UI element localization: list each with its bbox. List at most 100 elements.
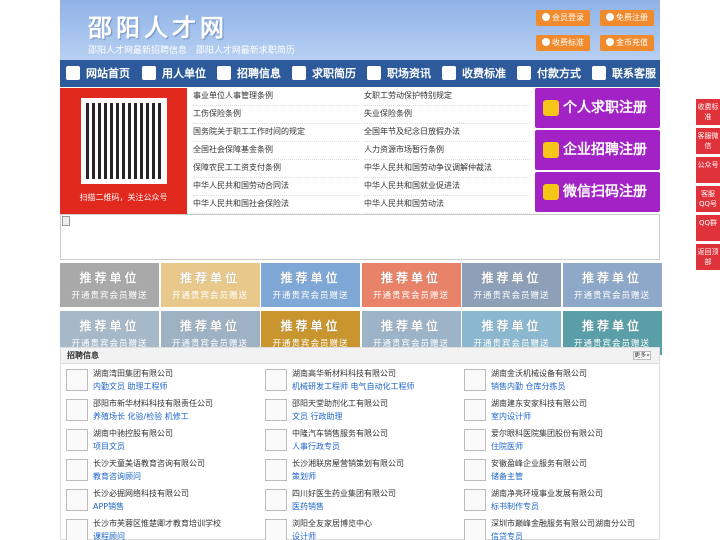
company-name[interactable]: 邵阳市新华材料科技有限责任公司 — [93, 398, 213, 409]
job-listing-item[interactable]: 湖南高华新材料科技有限公司机械研发工程师 电气自动化工程师 — [260, 367, 455, 396]
policy-link[interactable]: 失业保险条例 — [364, 106, 530, 124]
job-listing-item[interactable]: 中隆汽车销售服务有限公司 人事行政专员 — [260, 427, 455, 456]
policy-link[interactable]: 女职工劳动保护特别规定 — [364, 88, 530, 106]
policy-link[interactable]: 工伤保险条例 — [193, 106, 359, 124]
job-listing-item[interactable]: 湖南建东安家科技有限公司 室内设计师 — [459, 397, 654, 426]
job-listing-item[interactable]: 长沙市芙蓉区惟楚卿才教育培训学校 课程顾问 — [61, 517, 256, 540]
job-positions[interactable]: 住院医师 — [491, 441, 523, 452]
nav-payment[interactable]: 付款方式 — [517, 60, 581, 87]
back-to-top-button[interactable]: 返回顶部 — [696, 244, 720, 270]
nav-news[interactable]: 职场资讯 — [367, 60, 431, 87]
policy-link[interactable]: 全国社会保障基金条例 — [193, 142, 359, 160]
job-positions[interactable]: 项目文员 — [93, 441, 125, 452]
company-name[interactable]: 湖南中驰控股有限公司 — [93, 428, 173, 439]
side-official-account-button[interactable]: 公众号 — [696, 157, 720, 183]
company-name[interactable]: 湖南湾田集团有限公司 — [93, 368, 173, 379]
job-positions[interactable]: 医药销售 — [292, 501, 324, 512]
policy-link[interactable]: 中华人民共和国劳动争议调解仲裁法 — [364, 160, 530, 178]
side-wechat-button[interactable]: 客服微信 — [696, 128, 720, 154]
company-name[interactable]: 爱尔眼科医院集团股份有限公司 — [491, 428, 603, 439]
policy-link[interactable]: 全国年节及纪念日放假办法 — [364, 124, 530, 142]
jobseeker-register-button[interactable]: 个人求职注册 — [535, 88, 660, 128]
job-positions[interactable]: 储备主管 — [491, 471, 523, 482]
job-positions[interactable]: 标书制作专员 — [491, 501, 539, 512]
job-positions[interactable]: 机械研发工程师 电气自动化工程师 — [292, 381, 415, 392]
job-listing-item[interactable]: 邵阳天堂助剂化工有限公司 文员 行政助理 — [260, 397, 455, 426]
side-qq-group-button[interactable]: QQ群 — [696, 215, 720, 241]
tile-subtitle: 开通贵宾会员赠送 — [171, 291, 248, 301]
company-name[interactable]: 邵阳天堂助剂化工有限公司 — [292, 398, 388, 409]
job-positions[interactable]: 养殖场长 化验/检验 机修工 — [93, 411, 189, 422]
job-listing-item[interactable]: 长沙天童美语教育咨询有限公司 教育咨询顾问 — [61, 457, 256, 486]
nav-employers[interactable]: 用人单位 — [142, 60, 206, 87]
ad-banner[interactable] — [60, 214, 660, 260]
job-listing-item[interactable]: 深圳市巅峰金融服务有限公司湖南分公司 信贷专员 — [459, 517, 654, 540]
company-name[interactable]: 长沙天童美语教育咨询有限公司 — [93, 458, 205, 469]
site-title[interactable]: 邵阳人才网 — [88, 8, 228, 43]
recharge-button[interactable]: 金币充值 — [600, 35, 654, 51]
company-name[interactable]: 湖南建东安家科技有限公司 — [491, 398, 587, 409]
job-listing-item[interactable]: 湖南净亮环境事业发展有限公司 标书制作专员 — [459, 487, 654, 516]
company-name[interactable]: 深圳市巅峰金融服务有限公司湖南分公司 — [491, 518, 635, 529]
company-name[interactable]: 浏阳全友家居博览中心 — [292, 518, 372, 529]
more-link[interactable]: 更多» — [633, 351, 651, 360]
recommended-employer-tile[interactable]: 推荐单位 开通贵宾会员赠送 — [462, 263, 561, 307]
policy-link[interactable]: 中华人民共和国劳动法 — [364, 196, 530, 214]
policy-link[interactable]: 中华人民共和国就业促进法 — [364, 178, 530, 196]
job-positions[interactable]: 文员 行政助理 — [292, 411, 343, 422]
job-positions[interactable]: 室内设计师 — [491, 411, 531, 422]
job-listing-item[interactable]: 长沙必掘网络科技有限公司 APP销售 — [61, 487, 256, 516]
job-listing-item[interactable]: 长沙湘联房屋营销策划有限公司 策划师 — [260, 457, 455, 486]
job-listing-item[interactable]: 湖南中驰控股有限公司 项目文员 — [61, 427, 256, 456]
company-name[interactable]: 中隆汽车销售服务有限公司 — [292, 428, 388, 439]
job-positions[interactable]: APP销售 — [93, 501, 124, 512]
job-listing-item[interactable]: 邵阳市新华材料科技有限责任公司 养殖场长 化验/检验 机修工 — [61, 397, 256, 426]
nav-resumes[interactable]: 求职简历 — [292, 60, 356, 87]
nav-home[interactable]: 网站首页 — [66, 60, 130, 87]
recommended-employer-tile[interactable]: 推荐单位 开通贵宾会员赠送 — [361, 263, 461, 307]
policy-link[interactable]: 国务院关于职工工作时间的规定 — [193, 124, 359, 142]
job-positions[interactable]: 课程顾问 — [93, 531, 125, 540]
pricing-button[interactable]: 收费标准 — [536, 35, 590, 51]
wechat-register-button[interactable]: 微信扫码注册 — [535, 172, 660, 212]
job-positions[interactable]: 教育咨询顾问 — [93, 471, 141, 482]
job-listing-item[interactable]: 浏阳全友家居博览中心 设计师 — [260, 517, 455, 540]
job-listing-item[interactable]: 爱尔眼科医院集团股份有限公司 住院医师 — [459, 427, 654, 456]
recommended-employer-tile[interactable]: 推荐单位 开通贵宾会员赠送 — [160, 263, 260, 307]
job-listing-item[interactable]: 湖南湾田集团有限公司 内勤文员 助理工程师 — [61, 367, 256, 396]
job-listing-item[interactable]: 湖南金沃机械设备有限公司 销售内勤 仓库分拣员 — [459, 367, 654, 396]
policy-link[interactable]: 中华人民共和国劳动合同法 — [193, 178, 359, 196]
company-name[interactable]: 长沙市芙蓉区惟楚卿才教育培训学校 — [93, 518, 221, 529]
job-positions[interactable]: 人事行政专员 — [292, 441, 340, 452]
nav-pricing[interactable]: 收费标准 — [442, 60, 506, 87]
company-name[interactable]: 安徽盈峰企业服务有限公司 — [491, 458, 587, 469]
policy-link[interactable]: 中华人民共和国社会保险法 — [193, 196, 359, 214]
policy-link[interactable]: 事业单位人事管理条例 — [193, 88, 359, 106]
recommended-employer-tile[interactable]: 推荐单位 开通贵宾会员赠送 — [60, 263, 159, 307]
side-pricing-button[interactable]: 收费标准 — [696, 99, 720, 125]
job-positions[interactable]: 内勤文员 助理工程师 — [93, 381, 168, 392]
company-name[interactable]: 湖南高华新材料科技有限公司 — [292, 368, 396, 379]
policy-link[interactable]: 人力资源市场暂行条例 — [364, 142, 530, 160]
register-button[interactable]: 免费注册 — [600, 10, 654, 26]
company-name[interactable]: 湖南金沃机械设备有限公司 — [491, 368, 587, 379]
side-qq-button[interactable]: 客服QQ号 — [696, 186, 720, 212]
job-positions[interactable]: 信贷专员 — [491, 531, 523, 540]
job-listing-item[interactable]: 四川好医生药业集团有限公司 医药销售 — [260, 487, 455, 516]
policy-link[interactable]: 保障农民工工资支付条例 — [193, 160, 359, 178]
company-name[interactable]: 湖南净亮环境事业发展有限公司 — [491, 488, 603, 499]
company-name[interactable]: 长沙湘联房屋营销策划有限公司 — [292, 458, 404, 469]
recommended-employer-tile[interactable]: 推荐单位 开通贵宾会员赠送 — [261, 263, 360, 307]
job-listing-item[interactable]: 安徽盈峰企业服务有限公司 储备主管 — [459, 457, 654, 486]
company-name[interactable]: 四川好医生药业集团有限公司 — [292, 488, 396, 499]
nav-support[interactable]: 联系客服 — [592, 60, 656, 87]
job-positions[interactable]: 销售内勤 仓库分拣员 — [491, 381, 566, 392]
job-positions[interactable]: 设计师 — [292, 531, 316, 540]
nav-jobs[interactable]: 招聘信息 — [217, 60, 281, 87]
recommended-employer-tile[interactable]: 推荐单位 开通贵宾会员赠送 — [562, 263, 662, 307]
job-positions[interactable]: 策划师 — [292, 471, 316, 482]
login-button[interactable]: 会员登录 — [536, 10, 590, 26]
tile-title: 推荐单位 — [79, 271, 140, 285]
employer-register-button[interactable]: 企业招聘注册 — [535, 130, 660, 170]
company-name[interactable]: 长沙必掘网络科技有限公司 — [93, 488, 189, 499]
